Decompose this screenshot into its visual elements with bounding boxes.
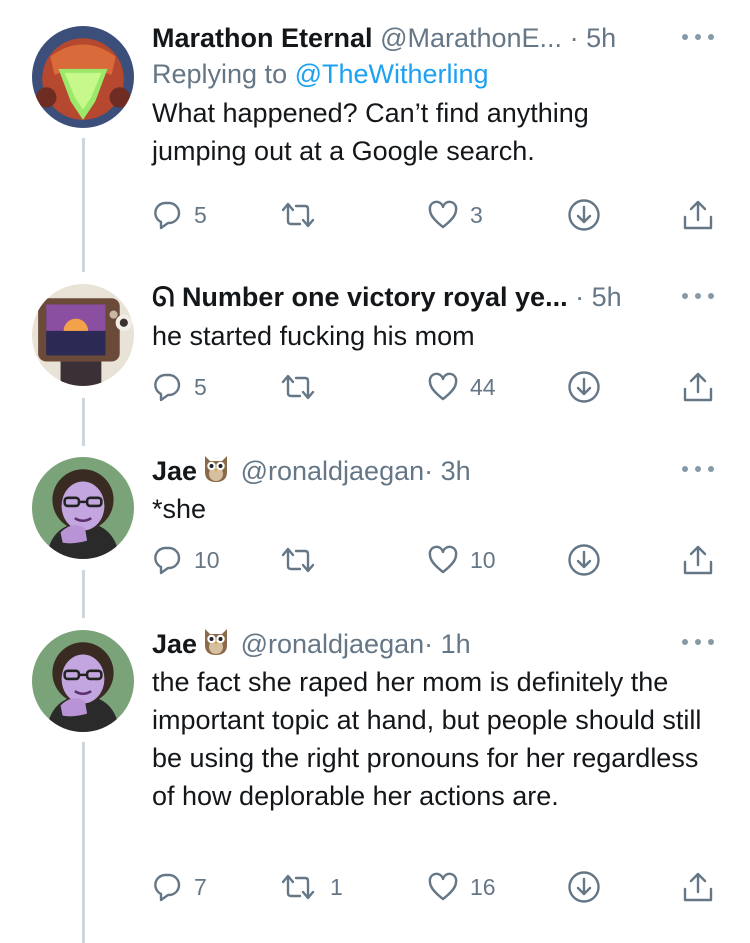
thread-line xyxy=(82,398,85,446)
avatar-purple-portrait[interactable] xyxy=(32,457,134,559)
owl-emoji-icon xyxy=(205,629,228,655)
tweet[interactable]: Marathon Eternal @MarathonE... · 5h Repl… xyxy=(152,20,722,231)
save-button[interactable] xyxy=(567,867,601,907)
display-name[interactable]: Marathon Eternal xyxy=(152,23,373,53)
owl-emoji-icon xyxy=(205,456,228,482)
reply-button[interactable]: 5 xyxy=(152,195,207,235)
timestamp[interactable]: · 5h xyxy=(570,23,617,53)
retweet-icon xyxy=(281,874,315,900)
replying-to-link[interactable]: @TheWitherling xyxy=(295,59,489,89)
avatar-purple-portrait[interactable] xyxy=(32,630,134,732)
avatar-samus-helmet[interactable] xyxy=(32,26,134,128)
tweet-actions: 7 1 16 xyxy=(152,867,722,907)
retweet-button[interactable] xyxy=(278,540,330,580)
reply-count: 5 xyxy=(194,201,207,228)
like-count: 16 xyxy=(470,873,496,900)
thread-line xyxy=(82,742,85,943)
retweet-count: 1 xyxy=(330,873,343,900)
like-button[interactable]: 44 xyxy=(428,367,496,407)
share-icon xyxy=(683,872,713,902)
download-icon xyxy=(568,199,600,231)
reply-count: 10 xyxy=(194,546,220,573)
heart-icon xyxy=(428,200,458,229)
save-button[interactable] xyxy=(567,195,601,235)
heart-icon xyxy=(428,545,458,574)
reply-button[interactable]: 7 xyxy=(152,867,207,907)
name-glyph: ᘏ xyxy=(152,282,175,312)
handle[interactable]: @MarathonE... xyxy=(380,23,562,53)
like-button[interactable]: 10 xyxy=(428,540,496,580)
more-dots-icon[interactable] xyxy=(682,34,716,42)
retweet-button[interactable] xyxy=(278,367,330,407)
retweet-icon xyxy=(281,202,315,228)
share-button[interactable] xyxy=(682,540,714,580)
tweet[interactable]: Jae @ronaldjaegan· 1h the fact she raped… xyxy=(152,625,722,903)
thread-line xyxy=(82,570,85,618)
download-icon xyxy=(568,871,600,903)
reply-count: 5 xyxy=(194,373,207,400)
tweet-text: the fact she raped her mom is definitely… xyxy=(152,667,702,811)
retweet-icon xyxy=(281,374,315,400)
handle[interactable]: @ronaldjaegan xyxy=(241,456,425,486)
display-name[interactable]: Jae xyxy=(152,456,197,486)
reply-button[interactable]: 10 xyxy=(152,540,220,580)
reply-icon xyxy=(154,373,181,402)
like-count: 10 xyxy=(470,546,496,573)
retweet-button[interactable] xyxy=(278,195,330,235)
reply-icon xyxy=(154,546,181,575)
replying-to: Replying to @TheWitherling xyxy=(152,59,489,89)
more-dots-icon[interactable] xyxy=(682,293,716,301)
download-icon xyxy=(568,371,600,403)
thread-line xyxy=(82,138,85,272)
retweet-button[interactable]: 1 xyxy=(278,867,343,907)
like-button[interactable]: 3 xyxy=(428,195,483,235)
tweet[interactable]: ᘏ Number one victory royal ye... · 5h he… xyxy=(152,279,722,403)
more-dots-icon[interactable] xyxy=(682,639,716,647)
retweet-icon xyxy=(281,547,315,573)
display-name[interactable]: Jae xyxy=(152,629,197,659)
more-dots-icon[interactable] xyxy=(682,466,716,474)
share-icon xyxy=(683,372,713,402)
handle[interactable]: @ronaldjaegan xyxy=(241,629,425,659)
share-button[interactable] xyxy=(682,867,714,907)
tweet-text: *she xyxy=(152,494,207,524)
reply-icon xyxy=(154,873,181,902)
heart-icon xyxy=(428,372,458,401)
share-button[interactable] xyxy=(682,195,714,235)
tweet-text: he started fucking his mom xyxy=(152,321,475,351)
share-button[interactable] xyxy=(682,367,714,407)
save-button[interactable] xyxy=(567,367,601,407)
tweet[interactable]: Jae @ronaldjaegan· 3h *she 10 10 xyxy=(152,452,722,576)
timestamp[interactable]: · 5h xyxy=(575,282,622,312)
download-icon xyxy=(568,544,600,576)
like-count: 3 xyxy=(470,201,483,228)
share-icon xyxy=(683,200,713,230)
like-count: 44 xyxy=(470,373,496,400)
heart-icon xyxy=(428,872,458,901)
reply-icon xyxy=(154,201,181,230)
reply-button[interactable]: 5 xyxy=(152,367,207,407)
tweet-text: What happened? Can’t find anything jumpi… xyxy=(152,98,589,166)
like-button[interactable]: 16 xyxy=(428,867,496,907)
reply-count: 7 xyxy=(194,873,207,900)
tweet-actions: 5 44 xyxy=(152,367,722,407)
timestamp[interactable]: · 3h xyxy=(424,456,471,486)
display-name[interactable]: ᘏ Number one victory royal ye... xyxy=(152,282,568,312)
share-icon xyxy=(683,545,713,575)
tweet-actions: 5 3 xyxy=(152,195,722,235)
avatar-retro-tv[interactable] xyxy=(32,284,134,386)
timestamp[interactable]: · 1h xyxy=(424,629,471,659)
save-button[interactable] xyxy=(567,540,601,580)
tweet-actions: 10 10 xyxy=(152,540,722,580)
